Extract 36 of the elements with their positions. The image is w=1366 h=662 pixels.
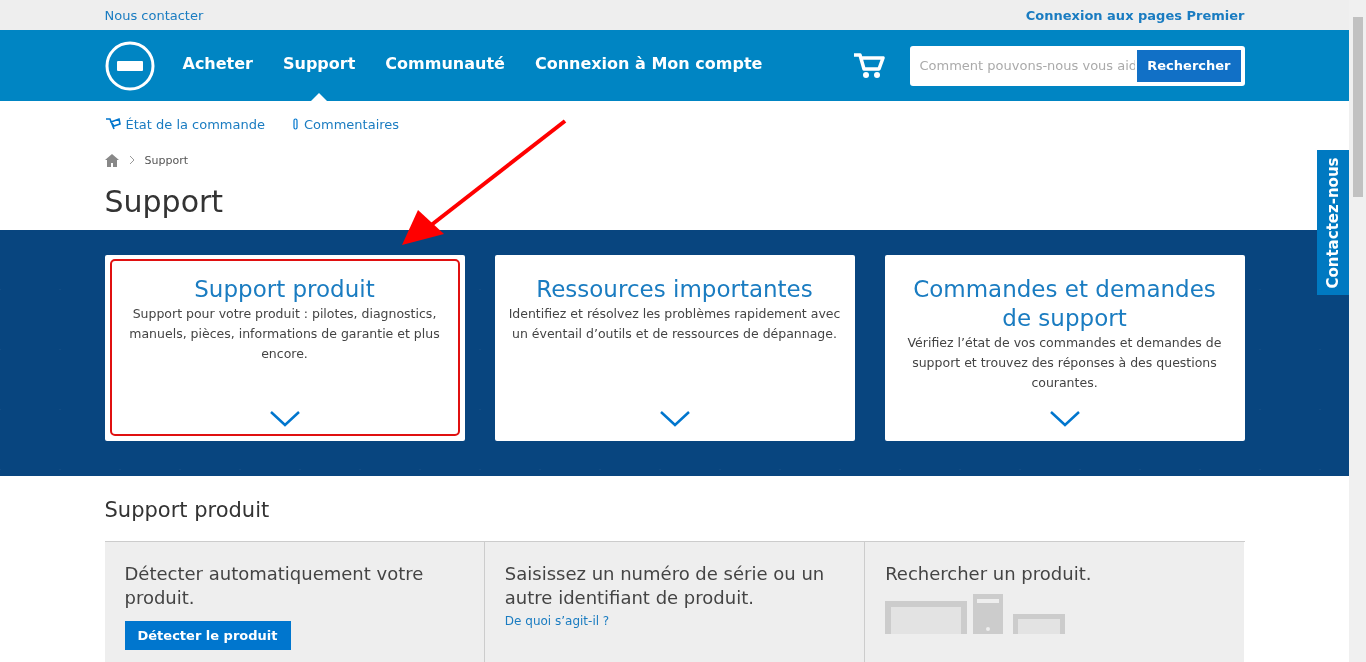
search-button[interactable]: Rechercher bbox=[1137, 49, 1241, 82]
card-title: Ressources importantes bbox=[536, 275, 813, 304]
support-card[interactable]: Support produit Support pour votre produit : pilotes, diagnostics, manuels, pièces, informations de garantie et plus encore. bbox=[104, 255, 465, 441]
card-text: Identifiez et résolvez les problèmes rapidement avec un éventail d’outils et de ressources de dépannage. bbox=[508, 305, 841, 343]
search-bar[interactable]: Comment pouvons-nous vous aid Rechercher bbox=[909, 45, 1245, 86]
chevron-down-icon[interactable] bbox=[659, 411, 690, 427]
subnav-link[interactable]: Commentaires bbox=[304, 116, 400, 132]
scrollbar[interactable] bbox=[1349, 0, 1366, 662]
chevron-down-icon[interactable] bbox=[269, 411, 300, 427]
panel-title: Saisissez un numéro de série ou un autre identifiant de produit. bbox=[504, 562, 826, 610]
card-title: Support produit bbox=[194, 275, 375, 304]
cart-icon[interactable] bbox=[852, 52, 885, 79]
nav-item[interactable]: Connexion à Mon compte bbox=[534, 30, 763, 101]
chevron-down-icon[interactable] bbox=[1049, 411, 1080, 427]
nav-item[interactable]: Communauté bbox=[385, 30, 505, 101]
panel-title: Rechercher un produit. bbox=[885, 562, 1093, 586]
panel-title: Détecter automatiquement votre produit. bbox=[124, 562, 425, 610]
card-text: Support pour votre produit : pilotes, diagnostics, manuels, pièces, informations de garantie et plus encore. bbox=[128, 305, 441, 363]
nav-item[interactable]: Acheter bbox=[182, 30, 253, 101]
page-title: Support bbox=[104, 183, 225, 221]
contact-tab[interactable]: Contactez-nous bbox=[1317, 150, 1349, 295]
detect-button[interactable]: Détecter le produit bbox=[124, 621, 291, 650]
section-title: Support produit bbox=[104, 497, 271, 524]
support-card[interactable]: Commandes et demandes de support Vérifiez l’état de vos commandes et demandes de support et trouvez des réponses à des questions courantes. bbox=[884, 255, 1245, 441]
contact-link[interactable]: Nous contacter bbox=[104, 7, 204, 23]
premier-login-link[interactable]: Connexion aux pages Premier bbox=[1025, 7, 1245, 23]
card-text: Vérifiez l’état de vos commandes et demandes de support et trouvez des réponses à des questions courantes. bbox=[906, 334, 1223, 392]
nav-item[interactable]: Support bbox=[283, 30, 356, 101]
chevron-icon bbox=[128, 155, 135, 165]
help-link[interactable]: De quoi s’agit-il ? bbox=[504, 614, 845, 628]
support-card[interactable]: Ressources importantes Identifiez et résolvez les problèmes rapidement avec un éventail d’outils et de ressources de dépannage. bbox=[494, 255, 855, 441]
home-icon[interactable] bbox=[104, 153, 119, 167]
truck-icon bbox=[104, 117, 121, 131]
breadcrumb-item[interactable]: Support bbox=[144, 153, 188, 167]
subnav-link[interactable]: État de la commande bbox=[125, 116, 265, 132]
card-title: Commandes et demandes de support bbox=[912, 275, 1217, 333]
